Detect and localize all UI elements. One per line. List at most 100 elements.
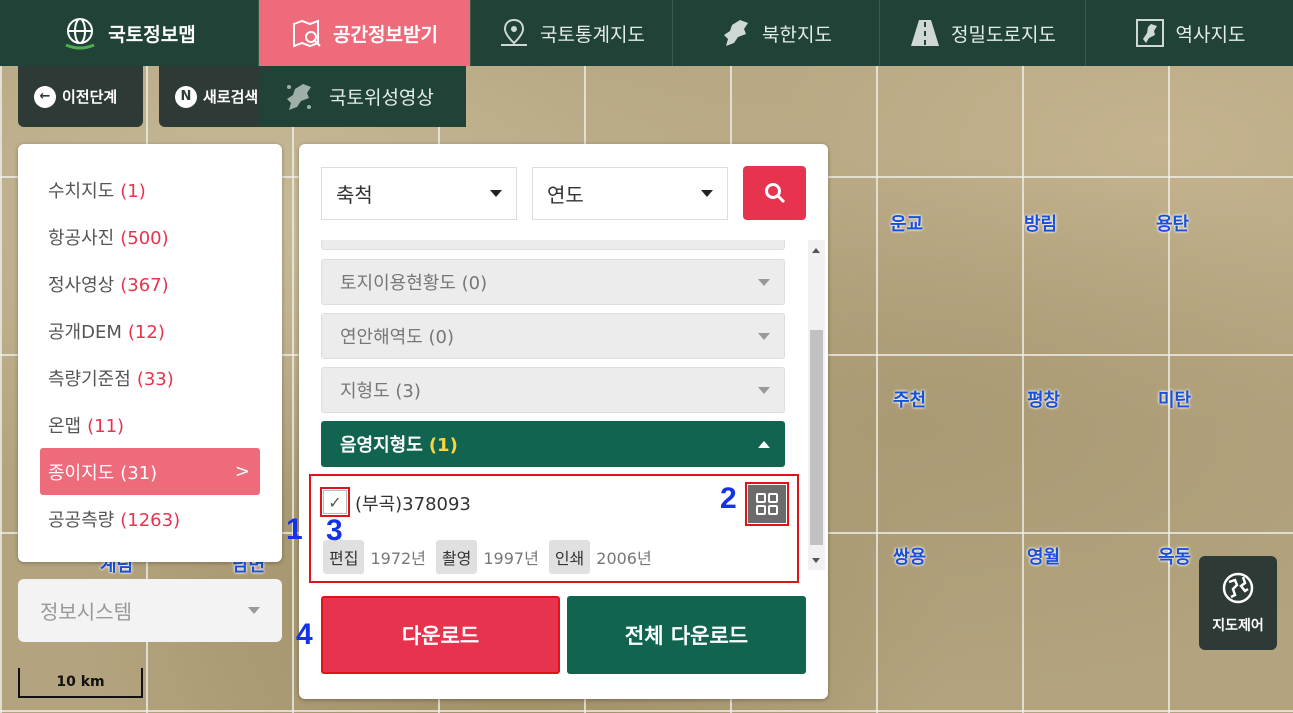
tab-north-korea-map[interactable]: 북한지도 (673, 0, 880, 66)
scale-select-value: 축척 (336, 183, 373, 207)
place-label: 영월 (1027, 547, 1061, 568)
info-system-dropdown[interactable]: 정보시스템 (18, 579, 282, 642)
category-item[interactable]: 항공사진 (500) (18, 213, 282, 260)
category-label: 수치지도 (48, 180, 115, 202)
place-label: 용탄 (1156, 214, 1190, 235)
category-count: (31) (120, 462, 158, 484)
submenu-satellite-image[interactable]: 국토위성영상 (259, 66, 466, 127)
category-item[interactable]: 정사영상 (367) (18, 260, 282, 307)
scale-select[interactable]: 축척 (321, 167, 517, 220)
scroll-up-arrow[interactable] (812, 248, 820, 253)
logo-link[interactable]: 국토정보맵 (0, 0, 259, 66)
tab-statistics-map[interactable]: 국토통계지도 (471, 0, 673, 66)
map-control-button[interactable]: 지도제어 (1199, 556, 1277, 650)
category-item[interactable]: 공공측량 (1263) (18, 495, 282, 542)
accordion-item[interactable] (321, 240, 785, 250)
caret-down-icon (701, 190, 713, 197)
scale-label: 10 km (56, 674, 105, 690)
new-icon: N (175, 85, 197, 108)
info-system-label: 정보시스템 (40, 600, 132, 624)
arrow-left-icon: ← (34, 85, 56, 108)
caret-down-icon (490, 190, 502, 197)
annotation-number: 1 (286, 513, 303, 546)
record-checkbox[interactable]: ✓ (320, 487, 350, 517)
scrollbar[interactable] (808, 240, 825, 570)
map-control-label: 지도제어 (1212, 618, 1264, 634)
place-label: 운교 (890, 214, 924, 235)
result-panel: 축척 연도 토지이용현황도 (0) 연안해역도 (0) 지형도 (3) 음영지형… (299, 144, 828, 699)
preview-grid-button[interactable] (745, 482, 789, 526)
satellite-icon (287, 83, 311, 110)
place-label: 미탄 (1158, 390, 1192, 411)
category-count: (500) (120, 227, 169, 249)
accordion-item-open[interactable]: 음영지형도 (1) (321, 421, 785, 467)
accordion-label: 토지이용현황도 (0) (340, 273, 488, 294)
category-count: (11) (87, 415, 125, 437)
tab-historical-map[interactable]: 역사지도 (1086, 0, 1293, 66)
historical-map-icon (1135, 19, 1164, 47)
north-korea-shape-icon (724, 20, 749, 46)
accordion-label: 연안해역도 (0) (340, 327, 455, 348)
shot-year: 1997년 (483, 549, 539, 568)
search-button[interactable] (743, 166, 806, 220)
globe-icon (1222, 572, 1254, 604)
year-select[interactable]: 연도 (532, 167, 728, 220)
category-count: (1) (120, 180, 146, 202)
category-label: 공개DEM (48, 321, 122, 343)
new-search-label: 새로검색 (203, 88, 259, 106)
year-select-value: 연도 (547, 183, 584, 207)
accordion-count: (1) (428, 435, 458, 456)
category-label: 온맵 (48, 415, 82, 437)
category-label: 측량기준점 (48, 368, 131, 390)
tab-label: 공간정보받기 (333, 23, 438, 46)
category-item[interactable]: 수치지도 (1) (18, 166, 282, 213)
caret-down-icon (758, 332, 770, 340)
print-tag: 인쇄 (548, 540, 591, 574)
category-label: 정사영상 (48, 274, 115, 296)
category-count: (12) (127, 321, 165, 343)
tab-label: 역사지도 (1175, 23, 1246, 46)
top-navigation: 국토정보맵 공간정보받기 국토통계지도 북한지도 정밀도로지도 역사지도 (0, 0, 1293, 66)
caret-down-icon (758, 278, 770, 286)
category-item[interactable]: 온맵 (11) (18, 401, 282, 448)
map-pin-icon (501, 18, 528, 46)
record-title: (부곡)378093 (355, 494, 471, 515)
place-label: 쌍용 (893, 547, 927, 568)
tab-spatial-download[interactable]: 공간정보받기 (259, 0, 471, 66)
print-year: 2006년 (596, 549, 652, 568)
shot-tag: 촬영 (435, 540, 478, 574)
map-scale-bar: 10 km (18, 668, 143, 698)
road-icon (911, 20, 940, 46)
prev-step-button[interactable]: ← 이전단계 (18, 66, 143, 127)
category-count: (33) (136, 368, 174, 390)
submenu-label: 국토위성영상 (329, 87, 434, 109)
category-item[interactable]: 공개DEM (12) (18, 307, 282, 354)
accordion-item[interactable]: 지형도 (3) (321, 367, 785, 413)
download-all-button[interactable]: 전체 다운로드 (567, 596, 806, 674)
chevron-right-icon: > (234, 461, 250, 482)
map-search-icon (293, 19, 321, 48)
annotation-number: 2 (720, 482, 737, 515)
tab-precision-road-map[interactable]: 정밀도로지도 (880, 0, 1086, 66)
prev-step-label: 이전단계 (62, 88, 118, 106)
category-count: (367) (120, 274, 169, 296)
scroll-down-arrow[interactable] (812, 558, 820, 563)
caret-up-icon (758, 440, 770, 448)
annotation-number: 3 (326, 514, 343, 547)
place-label: 주천 (893, 390, 927, 411)
logo-text: 국토정보맵 (108, 23, 196, 46)
search-icon (764, 183, 785, 204)
caret-down-icon (248, 607, 260, 614)
tab-label: 정밀도로지도 (951, 23, 1056, 46)
category-label: 종이지도 (48, 462, 115, 484)
accordion-item[interactable]: 토지이용현황도 (0) (321, 259, 785, 305)
scrollbar-thumb[interactable] (810, 330, 823, 545)
category-item[interactable]: 측량기준점 (33) (18, 354, 282, 401)
globe-hand-icon (65, 18, 95, 50)
download-button[interactable]: 다운로드 (321, 596, 560, 674)
category-item-selected[interactable]: 종이지도 (31) > (40, 448, 260, 495)
accordion-item[interactable]: 연안해역도 (0) (321, 313, 785, 359)
annotation-number: 4 (296, 618, 313, 651)
category-label: 공공측량 (48, 509, 115, 531)
tab-label: 북한지도 (762, 23, 832, 46)
